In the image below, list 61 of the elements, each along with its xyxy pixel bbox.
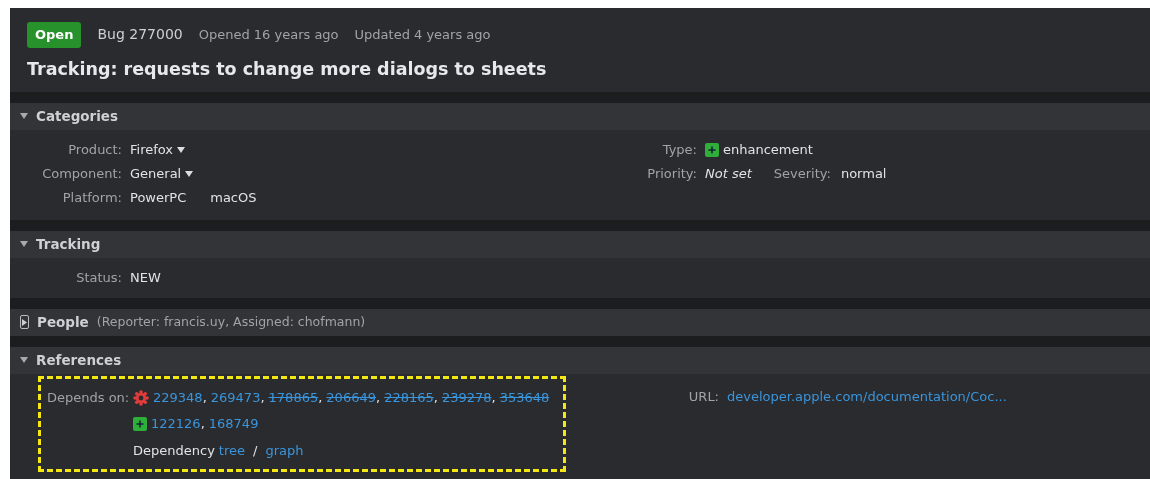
section-header[interactable]: References [10,346,1150,374]
field-label: Platform: [61,189,123,207]
status-badge: Open [27,22,82,48]
bug-id: Bug 277000 [97,25,183,45]
bug-link[interactable]: 178865 [268,390,319,405]
dropdown-value[interactable]: General [130,164,194,184]
field-value: macOS [210,189,257,207]
link-separator: / [252,442,259,460]
bug-link[interactable]: 269473 [210,390,261,405]
bug-link[interactable]: 229348 [153,390,203,405]
comma-separator: , [200,416,205,431]
field-label: Depends on: [46,388,131,407]
caret-icon [185,170,194,177]
plus-icon [133,416,147,431]
field-label: URL: [687,388,720,406]
bug-link[interactable]: 239278 [441,390,492,405]
field-value: normal [840,165,887,183]
tree-link[interactable]: tree [218,441,245,461]
field-value: enhancement [723,141,813,159]
dropdown-value[interactable]: Firefox [130,140,186,160]
bug-link[interactable]: 353648 [499,390,550,405]
section-summary: (Reporter: francis.uy, Assigned: chofmann) [96,312,366,331]
graph-link[interactable]: graph [265,441,304,461]
caret-icon [177,146,186,153]
dependency-label: Dependency [133,442,215,460]
section-title: Tracking [36,235,101,255]
field-value: PowerPC [130,189,187,207]
section-title: Categories [36,107,119,127]
field-label: Status: [75,269,123,287]
comma-separator: , [260,390,265,405]
comma-separator: , [433,390,438,405]
url-link[interactable]: developer.apple.com/documentation/Coc... [727,387,1007,407]
comma-separator: , [376,390,381,405]
comma-separator: , [491,390,496,405]
field-label: Priority: [646,165,698,183]
plus-icon [705,142,719,157]
field-value: NEW [130,269,161,287]
opened-time: Opened 16 years ago [198,26,339,44]
expanded-triangle-icon [20,113,28,120]
bug-link[interactable]: 228165 [384,390,434,405]
comma-separator: , [202,390,207,405]
section-header[interactable]: Categories [10,102,1150,130]
section-title: People [37,313,89,333]
bug-link[interactable]: 122126 [151,416,201,431]
section-title: References [36,351,122,371]
bug-link[interactable]: 168749 [208,416,259,431]
field-label: Severity: [773,165,831,183]
comma-separator: , [318,390,323,405]
bug-link[interactable]: 206649 [326,390,376,405]
field-label: Type: [661,141,698,159]
updated-time: Updated 4 years ago [354,26,491,44]
gear-icon [133,389,149,406]
bug-title: Tracking: requests to change more dialogs to sheets [27,57,548,81]
expanded-triangle-icon [20,357,28,364]
expanded-triangle-icon [20,241,28,248]
field-label: Product: [67,141,123,159]
section-header[interactable]: People (Reporter: francis.uy, Assigned: chofmann) [10,308,1150,336]
collapsed-toggle-icon [20,315,29,330]
section-header[interactable]: Tracking [10,230,1150,258]
field-value: Not set [705,165,752,183]
field-label: Component: [41,165,123,183]
